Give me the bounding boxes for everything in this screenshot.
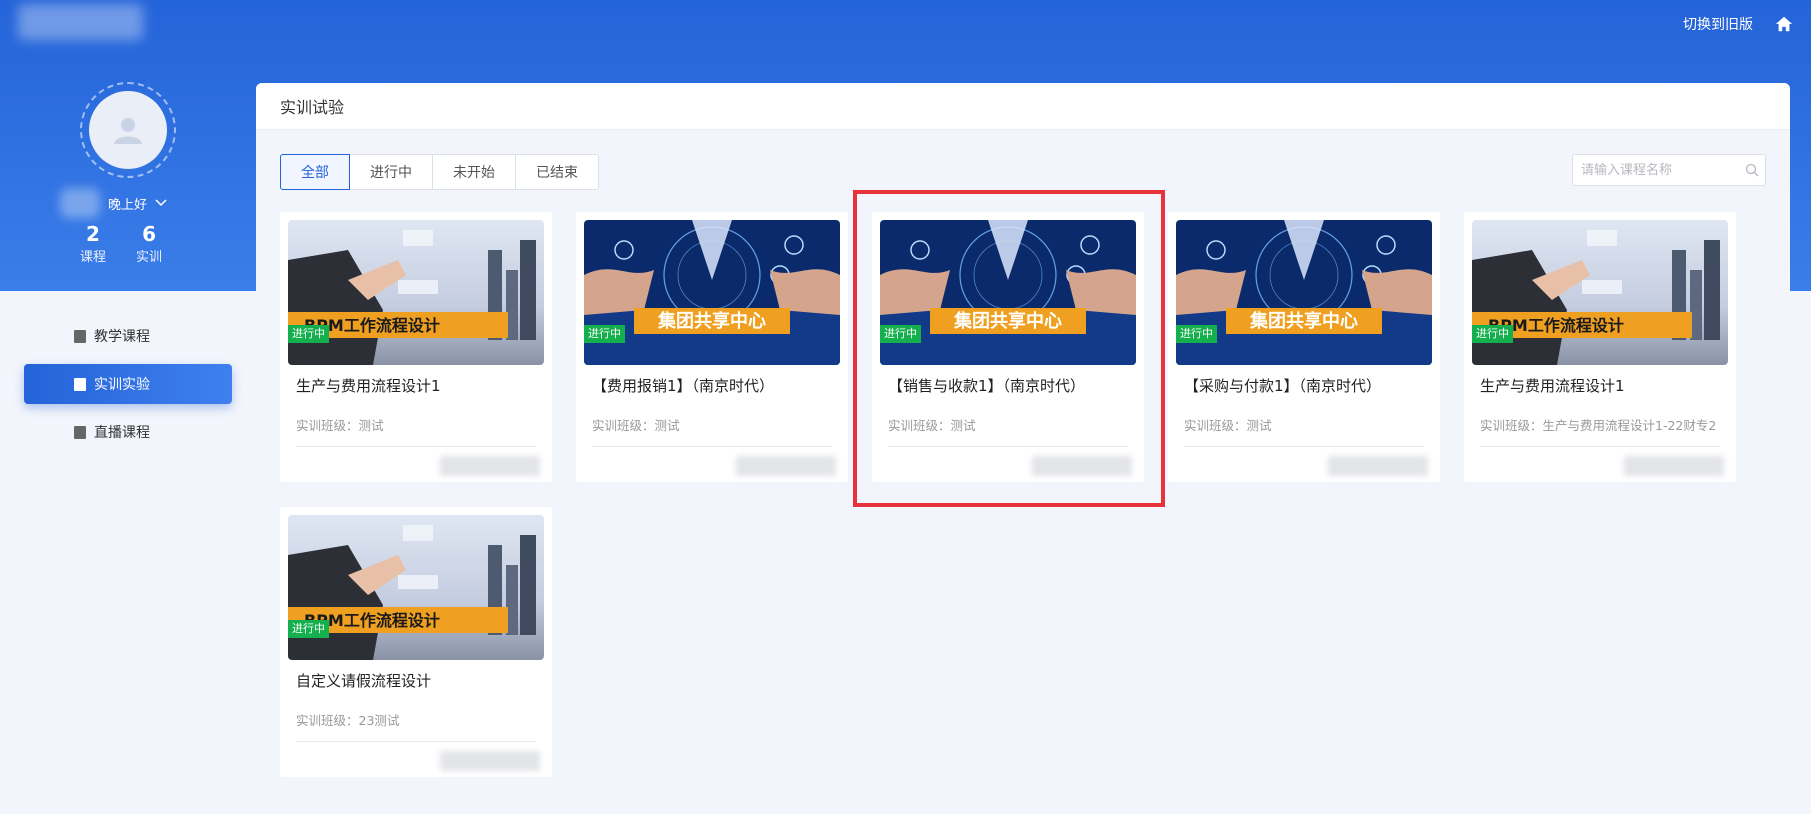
page-title: 实训试验 — [256, 83, 1790, 130]
course-thumbnail[interactable]: BPM工作流程设计 进行中 — [288, 515, 544, 660]
course-title[interactable]: 【销售与收款1】（南京时代） — [888, 375, 1085, 396]
tab-all[interactable]: 全部 — [280, 154, 350, 190]
greeting-text: 晚上好 — [108, 197, 148, 213]
sidebar-item-training-experiments[interactable]: 实训实验 — [24, 364, 232, 404]
card-divider — [592, 446, 832, 447]
course-banner-image: 集团共享中心 — [1176, 220, 1432, 365]
user-icon — [114, 118, 142, 144]
card-footer-blurred — [1032, 456, 1132, 476]
card-footer-blurred — [440, 456, 540, 476]
card-footer-blurred — [736, 456, 836, 476]
switch-version-link[interactable]: 切换到旧版 — [1683, 14, 1753, 34]
course-class: 实训班级：测试 — [296, 418, 384, 433]
stat-training: 6 实训 — [136, 222, 162, 265]
brand-logo — [18, 4, 143, 40]
course-thumbnail[interactable]: 集团共享中心 进行中 — [880, 220, 1136, 365]
card-footer-blurred — [1328, 456, 1428, 476]
status-badge: 进行中 — [1472, 325, 1513, 343]
main-panel: 实训试验 全部 进行中 未开始 已结束 请输入课程名称 BPM工作流程设计 进行… — [256, 83, 1790, 814]
card-divider — [1184, 446, 1424, 447]
course-title[interactable]: 【采购与付款1】（南京时代） — [1184, 375, 1381, 396]
course-banner-image: BPM工作流程设计 — [1472, 220, 1728, 365]
course-thumbnail[interactable]: 集团共享中心 进行中 — [584, 220, 840, 365]
sidebar-item-teaching-courses[interactable]: 教学课程 — [24, 316, 232, 356]
course-card[interactable]: 集团共享中心 进行中【销售与收款1】（南京时代） 实训班级：测试 — [872, 212, 1144, 482]
card-footer-blurred — [440, 751, 540, 771]
search-icon[interactable] — [1745, 163, 1759, 177]
status-badge: 进行中 — [288, 325, 329, 343]
svg-text:集团共享中心: 集团共享中心 — [657, 310, 766, 332]
chevron-down-icon — [155, 199, 167, 207]
tab-not-started[interactable]: 未开始 — [433, 154, 516, 190]
course-title[interactable]: 【费用报销1】（南京时代） — [592, 375, 774, 396]
course-title[interactable]: 生产与费用流程设计1 — [1480, 375, 1625, 396]
course-class: 实训班级：测试 — [592, 418, 680, 433]
search-box — [1572, 154, 1766, 186]
search-input[interactable] — [1581, 162, 1741, 178]
course-card[interactable]: BPM工作流程设计 进行中生产与费用流程设计1 实训班级：生产与费用流程设计1-2… — [1464, 212, 1736, 482]
stat-training-value: 6 — [142, 222, 156, 246]
status-badge: 进行中 — [880, 325, 921, 343]
tab-finished[interactable]: 已结束 — [516, 154, 599, 190]
course-card[interactable]: 集团共享中心 进行中【费用报销1】（南京时代） 实训班级：测试 — [576, 212, 848, 482]
status-badge: 进行中 — [584, 325, 625, 343]
course-class: 实训班级：生产与费用流程设计1-22财专2 — [1480, 418, 1717, 433]
sidebar-item-live-courses[interactable]: 直播课程 — [24, 412, 232, 452]
book-icon — [74, 329, 86, 343]
course-banner-image: BPM工作流程设计 — [288, 220, 544, 365]
course-title[interactable]: 自定义请假流程设计 — [296, 670, 431, 691]
profile-stats: 2 课程 6 实训 — [80, 222, 162, 265]
card-divider — [1480, 446, 1720, 447]
course-banner-image: 集团共享中心 — [880, 220, 1136, 365]
svg-text:集团共享中心: 集团共享中心 — [953, 310, 1062, 332]
svg-text:集团共享中心: 集团共享中心 — [1249, 310, 1358, 332]
card-divider — [296, 446, 536, 447]
monitor-icon — [74, 377, 86, 391]
username-blurred — [60, 188, 100, 218]
home-icon[interactable] — [1775, 15, 1793, 33]
stat-courses: 2 课程 — [80, 222, 106, 265]
course-card[interactable]: 集团共享中心 进行中【采购与付款1】（南京时代） 实训班级：测试 — [1168, 212, 1440, 482]
filter-tabs: 全部 进行中 未开始 已结束 — [280, 154, 599, 190]
course-thumbnail[interactable]: BPM工作流程设计 进行中 — [1472, 220, 1728, 365]
status-badge: 进行中 — [1176, 325, 1217, 343]
course-class: 实训班级：测试 — [1184, 418, 1272, 433]
course-class: 实训班级：23测试 — [296, 713, 400, 728]
video-icon — [74, 425, 86, 439]
tab-in-progress[interactable]: 进行中 — [350, 154, 433, 190]
stat-training-label: 实训 — [136, 250, 163, 265]
top-right-actions: 切换到旧版 — [1683, 14, 1793, 34]
toolbar: 全部 进行中 未开始 已结束 — [256, 130, 1790, 210]
course-thumbnail[interactable]: 集团共享中心 进行中 — [1176, 220, 1432, 365]
course-class: 实训班级：测试 — [888, 418, 976, 433]
stat-courses-label: 课程 — [80, 250, 107, 265]
course-banner-image: 集团共享中心 — [584, 220, 840, 365]
course-banner-image: BPM工作流程设计 — [288, 515, 544, 660]
status-badge: 进行中 — [288, 620, 329, 638]
sidebar-item-label: 教学课程 — [94, 329, 150, 345]
course-card[interactable]: BPM工作流程设计 进行中生产与费用流程设计1 实训班级：测试 — [280, 212, 552, 482]
avatar[interactable] — [89, 91, 167, 169]
course-thumbnail[interactable]: BPM工作流程设计 进行中 — [288, 220, 544, 365]
sidebar-nav: 教学课程 实训实验 直播课程 — [24, 316, 232, 460]
course-card[interactable]: BPM工作流程设计 进行中自定义请假流程设计实训班级：23测试 — [280, 507, 552, 777]
card-divider — [888, 446, 1128, 447]
sidebar-item-label: 实训实验 — [94, 377, 150, 393]
avatar-frame — [80, 82, 176, 178]
course-title[interactable]: 生产与费用流程设计1 — [296, 375, 441, 396]
card-divider — [296, 741, 536, 742]
card-footer-blurred — [1624, 456, 1724, 476]
greeting-row[interactable]: 晚上好 — [60, 188, 200, 218]
sidebar-item-label: 直播课程 — [94, 425, 150, 441]
stat-courses-value: 2 — [86, 222, 100, 246]
